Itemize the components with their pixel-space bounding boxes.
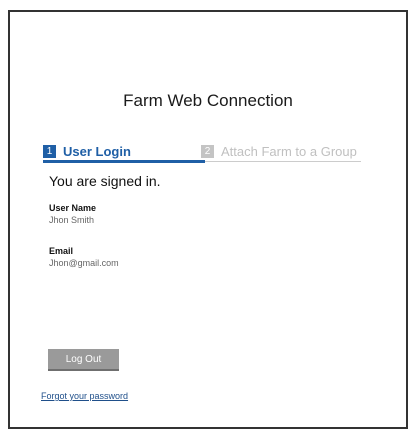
step-label-user-login: User Login (63, 143, 131, 159)
logout-button[interactable]: Log Out (48, 349, 119, 371)
forgot-password-link[interactable]: Forgot your password (41, 391, 128, 401)
email-label: Email (49, 246, 74, 256)
step-progress-active (43, 160, 205, 163)
step-indicator: 1 User Login 2 Attach Farm to a Group (43, 142, 361, 166)
step-number-2: 2 (201, 144, 214, 158)
step-progress-inactive (205, 161, 361, 162)
step-number-1: 1 (43, 144, 56, 158)
signed-in-message: You are signed in. (49, 173, 161, 189)
email-value: Jhon@gmail.com (49, 258, 119, 268)
username-value: Jhon Smith (49, 215, 95, 225)
page-title: Farm Web Connection (123, 91, 293, 110)
step-user-login[interactable]: 1 User Login (43, 142, 131, 160)
username-label: User Name (49, 203, 97, 213)
step-label-attach-farm: Attach Farm to a Group (221, 143, 357, 159)
step-attach-farm[interactable]: 2 Attach Farm to a Group (201, 142, 357, 160)
login-panel: Farm Web Connection 1 User Login 2 Attac… (8, 10, 408, 429)
